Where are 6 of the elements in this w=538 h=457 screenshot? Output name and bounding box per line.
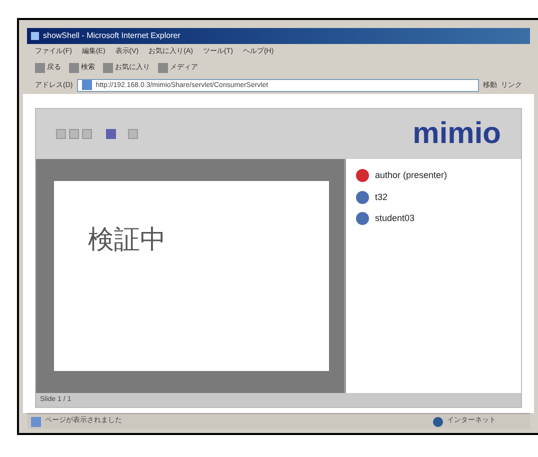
mimio-logo: mimio	[412, 119, 501, 149]
handwritten-text: 検証中	[88, 225, 166, 255]
window-title: showShell - Microsoft Internet Explorer	[43, 32, 180, 40]
participant-name[interactable]: t32	[375, 190, 388, 204]
participant-name[interactable]: author (presenter)	[375, 169, 448, 182]
participant-name[interactable]: student03	[375, 212, 415, 226]
